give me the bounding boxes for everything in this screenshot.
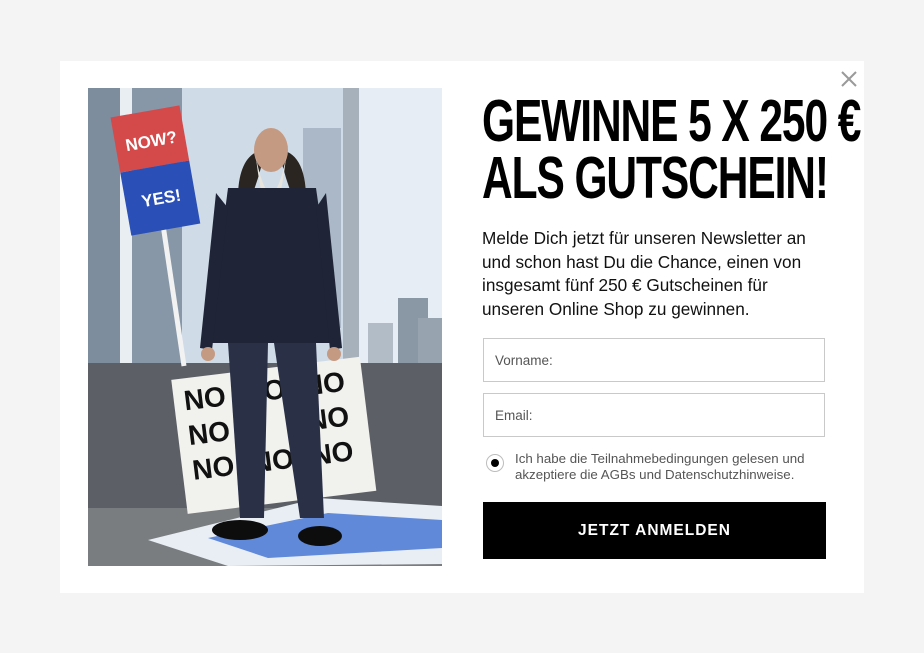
radio-selected-dot: [491, 459, 499, 467]
description-text: Melde Dich jetzt für unseren Newsletter …: [482, 228, 806, 319]
poster-no-6: NO: [191, 450, 236, 486]
promo-photo: NO NO NO NO NO NO NO NO NOW? YES!: [88, 88, 442, 566]
submit-button[interactable]: JETZT ANMELDEN: [483, 502, 826, 559]
email-input[interactable]: [484, 394, 824, 436]
close-icon[interactable]: [838, 68, 860, 90]
title-line-1: GEWINNE 5 X 250 €: [482, 88, 861, 154]
consent-label: Ich habe die Teilnahmebedingungen gelese…: [515, 451, 805, 482]
page-title: GEWINNE 5 X 250 € ALS GUTSCHEIN!: [482, 88, 861, 211]
poster-no-4: NO: [186, 415, 231, 451]
firstname-field[interactable]: [483, 338, 825, 382]
consent-row: Ich habe die Teilnahmebedingungen gelese…: [486, 451, 826, 487]
poster-no-1: NO: [182, 380, 227, 416]
firstname-input[interactable]: [484, 339, 824, 381]
consent-radio[interactable]: [486, 454, 504, 472]
email-field[interactable]: [483, 393, 825, 437]
title-line-2: ALS GUTSCHEIN!: [482, 145, 829, 211]
